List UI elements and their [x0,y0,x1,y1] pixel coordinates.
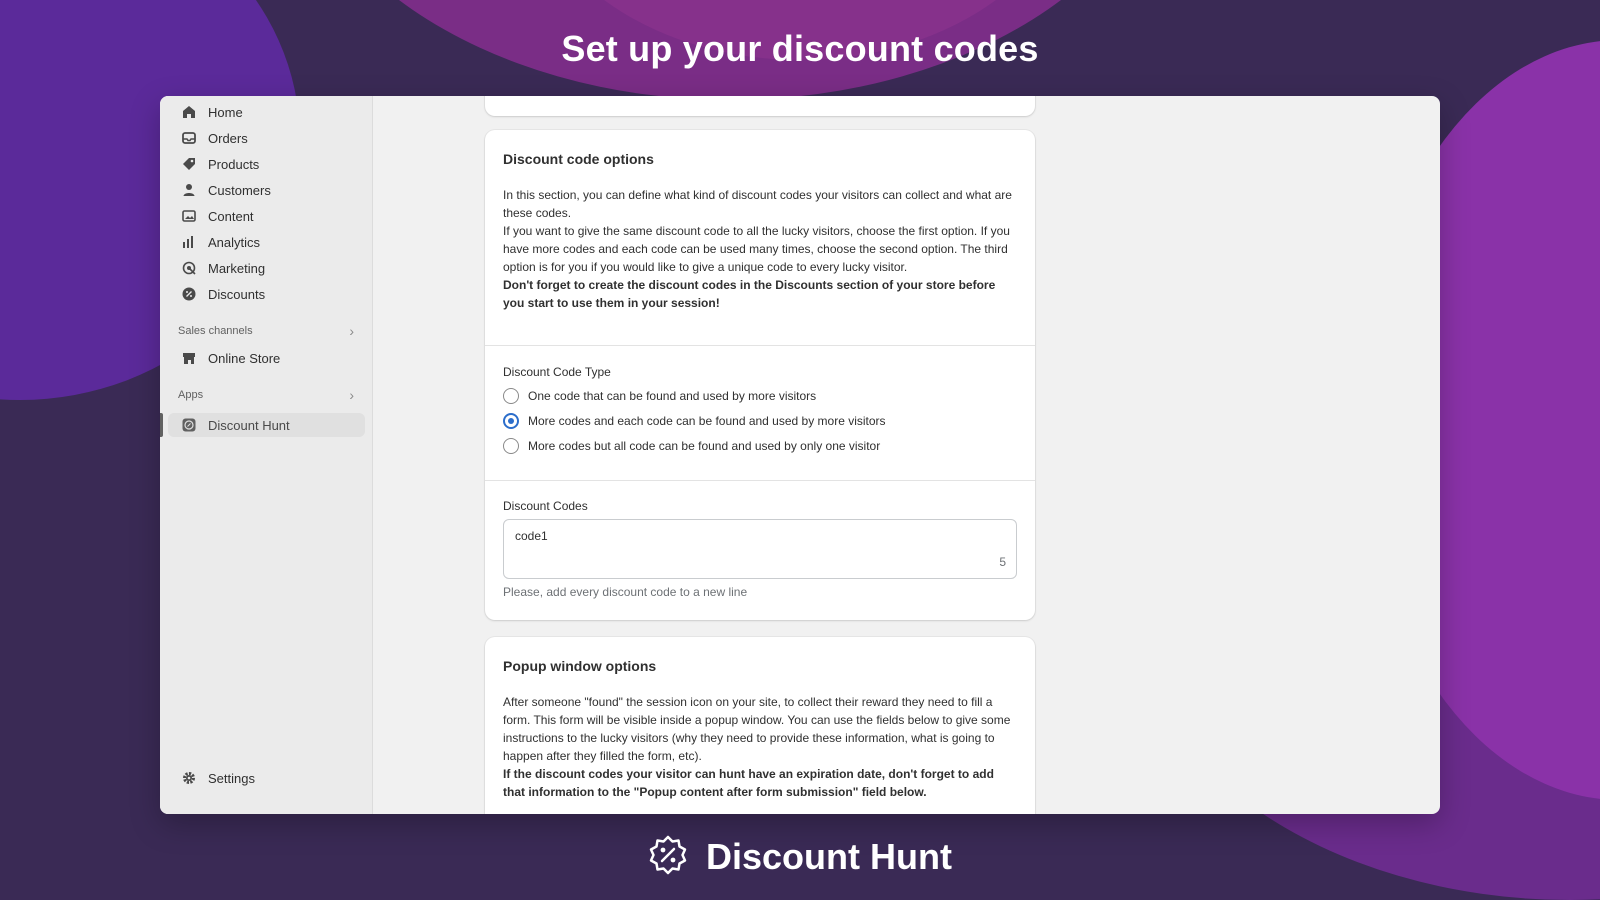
app-badge-icon [178,418,200,432]
radio-label: More codes and each code can be found an… [528,413,886,428]
card-description: In this section, you can define what kin… [503,186,1013,312]
sidebar-item-label: Discount Hunt [208,417,290,433]
card-title: Popup window options [503,658,657,674]
footer-brand: Discount Hunt [0,832,1600,882]
previous-card [485,96,1035,116]
radio-button[interactable] [503,387,519,404]
sidebar-item-home[interactable]: Home [168,100,365,124]
tag-icon [178,157,200,171]
apps-header[interactable]: Apps › [178,386,358,404]
radio-button-checked[interactable] [503,412,519,429]
sidebar-item-customers[interactable]: Customers [168,178,365,202]
discount-code-options-card: Discount code options In this section, y… [485,130,1035,620]
sidebar-item-discounts[interactable]: Discounts [168,282,365,306]
sidebar-item-orders[interactable]: Orders [168,126,365,150]
headline: Set up your discount codes [561,28,1039,69]
sidebar-item-online-store[interactable]: Online Store [168,346,365,370]
sidebar-item-label: Online Store [208,350,281,366]
textarea-value: code1 [515,529,548,543]
sidebar-item-settings[interactable]: Settings [168,766,365,790]
character-count: 5 [999,555,1006,569]
home-icon [178,105,200,119]
brand-name: Discount Hunt [706,836,952,877]
sidebar-item-analytics[interactable]: Analytics [168,230,365,254]
radio-label: One code that can be found and used by m… [528,388,817,403]
card-description: After someone "found" the session icon o… [503,693,1015,801]
popup-window-options-card: Popup window options After someone "foun… [485,637,1035,814]
main-content: Discount code options In this section, y… [373,96,1440,814]
sidebar-item-marketing[interactable]: Marketing [168,256,365,280]
active-indicator [160,413,163,437]
sidebar-item-content[interactable]: Content [168,204,365,228]
sidebar-item-label: Customers [208,182,271,198]
sidebar-item-label: Discounts [208,286,266,302]
description-warning: If the discount codes your visitor can h… [503,767,994,799]
sidebar-item-label: Products [208,156,260,172]
radio-label: More codes but all code can be found and… [528,438,881,453]
radio-option-multiple-codes-shared[interactable]: More codes and each code can be found an… [503,408,1013,433]
sidebar: Home Orders Products Customers Content A… [160,96,373,814]
sidebar-item-label: Home [208,104,243,120]
sidebar-item-label: Orders [208,130,248,146]
description-paragraph: After someone "found" the session icon o… [503,695,1011,763]
sidebar-item-label: Content [208,208,254,224]
bar-chart-icon [178,235,200,249]
sidebar-item-products[interactable]: Products [168,152,365,176]
chevron-right-icon: › [349,323,354,339]
discount-codes-help-text: Please, add every discount code to a new… [503,585,748,599]
discount-codes-textarea[interactable]: code1 5 [503,519,1017,579]
divider [485,345,1035,346]
discount-codes-label: Discount Codes [503,499,588,513]
sidebar-item-label: Analytics [208,234,261,250]
discount-code-type-radio-group: One code that can be found and used by m… [503,383,1013,458]
discount-badge-icon [648,835,688,880]
sales-channels-header[interactable]: Sales channels › [178,322,358,340]
radio-button[interactable] [503,437,519,454]
apps-label: Apps [178,389,204,401]
image-icon [178,209,200,223]
description-paragraph: In this section, you can define what kin… [503,188,1012,220]
target-icon [178,261,200,275]
radio-option-unique-codes[interactable]: More codes but all code can be found and… [503,433,1013,458]
sidebar-item-label: Marketing [208,260,266,276]
sidebar-item-discount-hunt[interactable]: Discount Hunt [168,413,365,437]
person-icon [178,183,200,197]
discount-icon [178,287,200,301]
chevron-right-icon: › [349,387,354,403]
radio-option-single-code[interactable]: One code that can be found and used by m… [503,383,1013,408]
inbox-icon [178,131,200,145]
card-title: Discount code options [503,151,654,167]
sales-channels-label: Sales channels [178,325,253,337]
gear-icon [178,771,200,785]
description-paragraph: If you want to give the same discount co… [503,224,1010,274]
sidebar-item-label: Settings [208,770,255,786]
description-warning: Don't forget to create the discount code… [503,278,996,310]
app-window: Home Orders Products Customers Content A… [160,96,1440,814]
divider [485,480,1035,481]
discount-code-type-label: Discount Code Type [503,365,611,379]
store-icon [178,351,200,365]
